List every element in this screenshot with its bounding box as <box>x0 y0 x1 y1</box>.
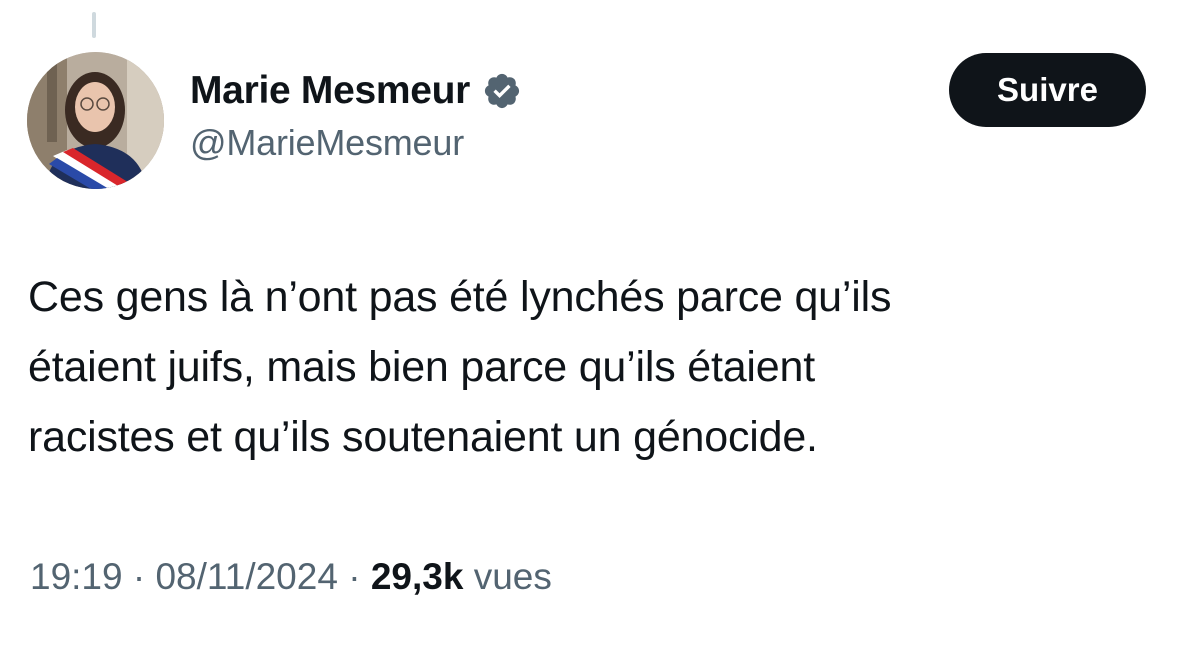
tweet-text-line: racistes et qu’ils soutenaient un génoci… <box>28 413 818 461</box>
avatar[interactable] <box>27 52 164 189</box>
follow-button[interactable]: Suivre <box>949 53 1146 127</box>
tweet-time[interactable]: 19:19 <box>30 556 123 597</box>
views-count: 29,3k <box>370 556 464 597</box>
avatar-photo <box>27 52 164 189</box>
tweet-metadata: 19:19 · 08/11/2024 · 29,3k vues <box>30 556 552 598</box>
meta-separator: · <box>337 556 371 597</box>
tweet-text: Ces gens là n’ont pas été lynchés parce … <box>28 262 1158 472</box>
tweet-date[interactable]: 08/11/2024 <box>155 556 337 597</box>
tweet-text-line: Ces gens là n’ont pas été lynchés parce … <box>28 273 892 321</box>
meta-separator: · <box>122 556 156 597</box>
views-label: vues <box>473 556 552 597</box>
thread-connector-line <box>92 12 96 38</box>
tweet-text-line: étaient juifs, mais bien parce qu’ils ét… <box>28 343 815 391</box>
author-name-row: Marie Mesmeur <box>190 66 522 116</box>
author-handle[interactable]: @MarieMesmeur <box>190 122 522 164</box>
author-display-name[interactable]: Marie Mesmeur <box>190 69 470 113</box>
verified-badge-icon <box>484 73 520 109</box>
author-identity: Marie Mesmeur @MarieMesmeur <box>190 66 522 164</box>
